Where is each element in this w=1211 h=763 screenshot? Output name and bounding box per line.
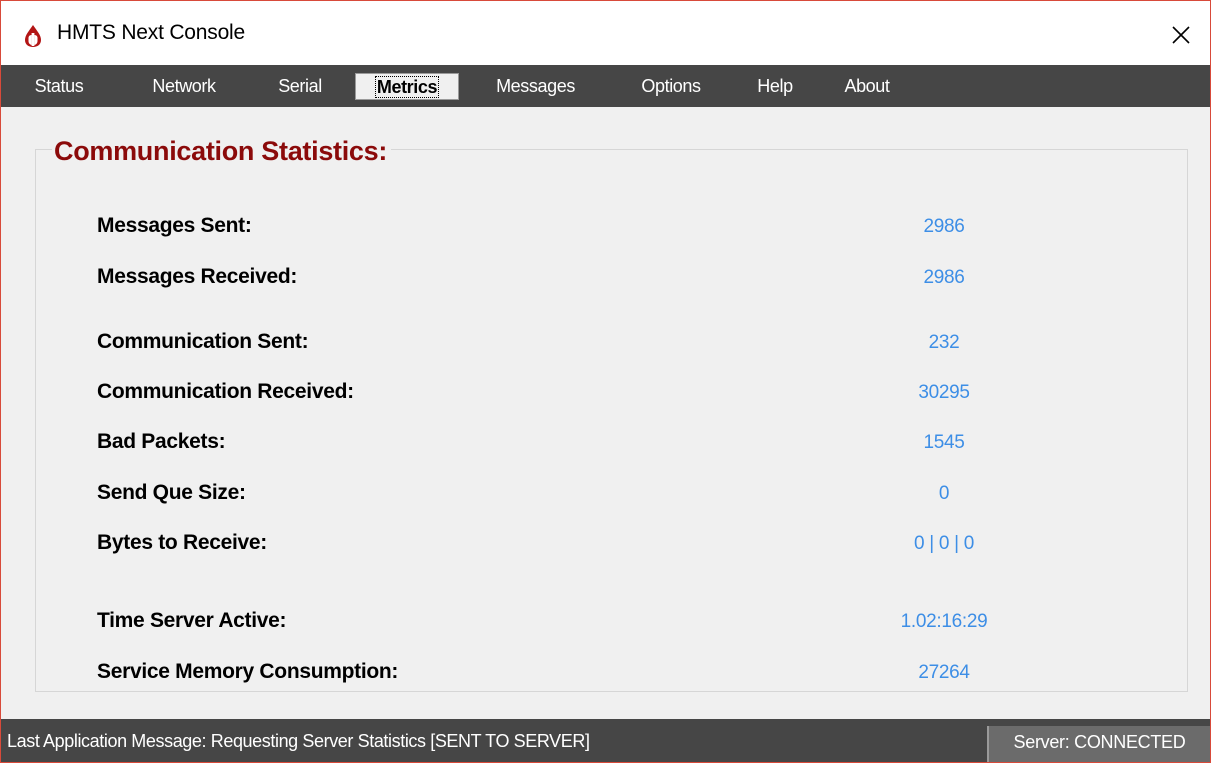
menu-item-metrics-label: Metrics (374, 76, 440, 98)
window-title: HMTS Next Console (57, 21, 245, 44)
service-memory-consumption-value: 27264 (918, 662, 970, 683)
title-bar[interactable]: HMTS Next Console (1, 1, 1210, 65)
menu-item-help[interactable]: Help (746, 73, 804, 100)
menu-bar: Status Network Serial Metrics Messages O… (1, 65, 1210, 107)
close-button[interactable] (1161, 15, 1201, 55)
last-application-message: Last Application Message: Requesting Ser… (7, 731, 590, 751)
bytes-to-receive-label: Bytes to Receive: (97, 531, 267, 554)
menu-item-about[interactable]: About (833, 73, 901, 100)
communication-sent-label: Communication Sent: (97, 330, 309, 353)
app-window: HMTS Next Console Status Network Serial … (0, 0, 1211, 763)
menu-item-messages[interactable]: Messages (478, 73, 593, 100)
messages-sent-label: Messages Sent: (97, 214, 252, 237)
messages-received-label: Messages Received: (97, 265, 298, 288)
metrics-panel: Communication Statistics: Messages Sent:… (1, 107, 1210, 719)
bad-packets-value: 1545 (923, 432, 965, 453)
time-server-active-value: 1.02:16:29 (900, 611, 988, 632)
send-que-size-value: 0 (938, 483, 950, 504)
send-que-size-label: Send Que Size: (97, 481, 246, 504)
menu-item-status[interactable]: Status (28, 73, 90, 100)
service-memory-consumption-label: Service Memory Consumption: (97, 660, 399, 683)
group-title: Communication Statistics: (52, 136, 392, 167)
status-bar: Last Application Message: Requesting Ser… (1, 719, 1210, 762)
server-status-badge: Server: CONNECTED (987, 726, 1210, 762)
menu-item-options[interactable]: Options (624, 73, 718, 100)
menu-item-network[interactable]: Network (138, 73, 230, 100)
bytes-to-receive-value: 0 | 0 | 0 (914, 533, 974, 554)
communication-received-label: Communication Received: (97, 380, 354, 403)
menu-item-serial[interactable]: Serial (264, 73, 336, 100)
menu-item-metrics[interactable]: Metrics (355, 73, 459, 100)
time-server-active-label: Time Server Active: (97, 609, 287, 632)
communication-received-value: 30295 (918, 382, 970, 403)
communication-sent-value: 232 (928, 332, 960, 353)
messages-sent-value: 2986 (923, 216, 965, 237)
bad-packets-label: Bad Packets: (97, 430, 226, 453)
messages-received-value: 2986 (923, 267, 965, 288)
hmts-logo-icon (23, 24, 43, 48)
close-icon (1172, 26, 1190, 44)
